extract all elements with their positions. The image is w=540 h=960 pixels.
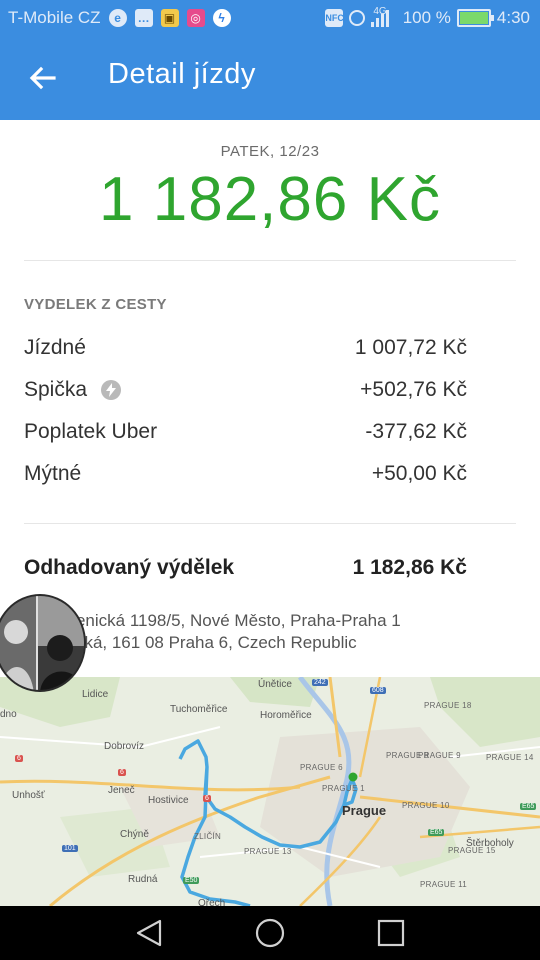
map-label: PRAGUE 14	[486, 753, 534, 762]
road-badge: 6	[15, 755, 23, 762]
row-value: -377,62 Kč	[365, 420, 467, 443]
row-label: Mýtné	[24, 462, 82, 485]
nav-home-button[interactable]	[255, 918, 285, 948]
map-label: PRAGUE 18	[424, 701, 472, 710]
row-value: +50,00 Kč	[371, 462, 467, 485]
messenger-icon: ϟ	[212, 9, 231, 27]
instagram-icon: ◎	[186, 9, 205, 27]
chat-icon: …	[134, 9, 153, 27]
earnings-row-fare: Jízdné 1 007,72 Kč	[24, 333, 467, 363]
alarm-icon	[349, 10, 366, 26]
square-recents-icon	[377, 919, 405, 947]
carrier-name: T-Mobile CZ	[8, 8, 101, 27]
map-label: Rudná	[128, 874, 158, 885]
status-right: NFC 4G 100 % 4:30	[325, 5, 530, 28]
circle-home-icon	[255, 918, 285, 948]
divider-bottom	[24, 523, 516, 524]
status-bar: T-Mobile CZ e … ▣ ◎ ϟ NFC 4G 100 % 4:30	[0, 0, 540, 36]
map-label: dno	[0, 709, 17, 720]
arrow-left-icon	[29, 66, 56, 90]
lightning-icon	[101, 380, 122, 400]
row-value: 1 007,72 Kč	[354, 336, 467, 359]
pickup-marker	[348, 772, 358, 782]
estimated-earnings-label: Odhadovaný výdělek	[24, 556, 235, 579]
estimated-earnings-value: 1 182,86 Kč	[352, 556, 467, 579]
nfc-icon: NFC	[325, 9, 344, 27]
earnings-row-uber-fee: Poplatek Uber -377,62 Kč	[24, 417, 467, 447]
map-label: Ořech	[198, 898, 226, 906]
shop-icon: ▣	[160, 9, 179, 27]
route-map[interactable]: Únětice Lidice Tuchoměřice Horoměřice dn…	[0, 677, 540, 906]
map-label: ZLIČÍN	[194, 832, 222, 841]
trip-date: PATEK, 12/23	[220, 143, 320, 160]
row-label: Spička	[24, 378, 88, 401]
row-value: +502,76 Kč	[360, 378, 467, 401]
row-label: Poplatek Uber	[24, 420, 158, 443]
row-label: Jízdné	[24, 336, 86, 359]
map-label: Hostivice	[148, 795, 189, 806]
page-title: Detail jízdy	[108, 58, 256, 90]
road-badge: 242	[312, 679, 328, 686]
e-icon: e	[108, 9, 127, 27]
map-label: PRAGUE 15	[448, 846, 496, 855]
road-badge: 6	[118, 769, 126, 776]
estimated-earnings-row: Odhadovaný výdělek 1 182,86 Kč	[24, 556, 467, 580]
battery-percent: 100 %	[402, 8, 451, 27]
clock: 4:30	[496, 8, 530, 27]
app-bar: Detail jízdy	[0, 36, 540, 120]
earnings-row-surge: Spička +502,76 Kč	[24, 375, 467, 405]
map-label: Horoměřice	[260, 710, 312, 721]
earnings-section-title: VYDELEK Z CESTY	[24, 296, 167, 313]
trip-addresses: ukenická 1198/5, Nové Město, Praha-Praha…	[58, 610, 528, 654]
map-label: PRAGUE 11	[420, 880, 468, 889]
road-badge: 608	[370, 687, 386, 694]
map-label: PRAGUE 13	[244, 847, 292, 856]
map-label: Dobrovíz	[104, 741, 145, 752]
divider-top	[24, 260, 516, 261]
status-left: T-Mobile CZ e … ▣ ◎ ϟ	[8, 8, 231, 28]
trip-total: 1 182,86 Kč	[99, 165, 441, 234]
road-badge: 101	[62, 845, 78, 852]
road-badge: E65	[428, 829, 445, 836]
road-badge: E50	[183, 877, 200, 884]
map-label: Lidice	[82, 689, 109, 700]
map-label: Tuchoměřice	[170, 704, 228, 715]
map-label: PRAGUE 6	[300, 763, 343, 772]
map-label: PRAGUE 9	[418, 751, 461, 760]
android-nav-bar	[0, 906, 540, 960]
map-label: Jeneč	[108, 785, 135, 796]
network-label: 4G	[373, 5, 387, 17]
back-button[interactable]	[20, 58, 64, 98]
pickup-address: ukenická 1198/5, Nové Město, Praha-Praha…	[58, 611, 401, 630]
row-label-wrap: Spička	[24, 378, 122, 402]
map-label: PRAGUE 10	[402, 801, 450, 810]
triangle-back-icon	[136, 919, 162, 947]
map-label-prague: Prague	[342, 803, 387, 818]
map-label: PRAGUE 1	[322, 784, 365, 793]
dropoff-address: atická, 161 08 Praha 6, Czech Republic	[58, 633, 357, 652]
nav-back-button[interactable]	[134, 918, 164, 948]
road-badge: 6	[203, 795, 211, 802]
map-label: Únětice	[258, 679, 292, 690]
map-label: Unhošť	[12, 790, 45, 801]
road-badge: E65	[520, 803, 537, 810]
battery-icon	[456, 9, 494, 27]
nav-recents-button[interactable]	[376, 918, 406, 948]
earnings-row-tolls: Mýtné +50,00 Kč	[24, 459, 467, 489]
map-label: Chýně	[120, 829, 149, 840]
